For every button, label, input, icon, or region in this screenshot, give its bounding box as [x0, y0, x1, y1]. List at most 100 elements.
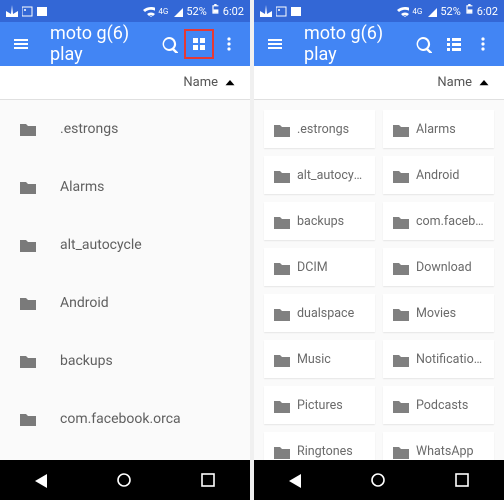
folder-icon	[272, 167, 290, 183]
folder-icon	[272, 351, 290, 367]
calendar-icon	[37, 6, 48, 17]
home-icon[interactable]	[115, 471, 133, 489]
folder-name: backups	[297, 214, 344, 229]
status-bar: 4G 52% 6:02	[0, 0, 250, 22]
back-icon[interactable]	[287, 472, 303, 488]
folder-name: com.facebook.orca	[416, 214, 486, 229]
more-menu-icon[interactable]	[214, 29, 244, 59]
folder-icon	[272, 213, 290, 229]
folder-icon	[18, 236, 38, 254]
list-item[interactable]: alt_autocycle	[0, 216, 250, 274]
clock-time: 6:02	[223, 5, 244, 18]
android-nav-bar	[254, 460, 504, 500]
home-icon[interactable]	[369, 471, 387, 489]
folder-icon	[272, 305, 290, 321]
folder-icon	[391, 121, 409, 137]
list-item[interactable]: .estrongs	[0, 100, 250, 158]
grid-item[interactable]: .estrongs	[264, 110, 375, 148]
app-bar: moto g(6) play	[0, 22, 250, 66]
grid-item[interactable]: WhatsApp	[383, 432, 494, 460]
folder-name: Alarms	[416, 122, 456, 137]
battery-icon	[210, 4, 220, 18]
sort-label: Name	[183, 75, 218, 90]
folder-name: alt_autocycle	[297, 168, 367, 183]
list-item[interactable]: DCIM	[0, 448, 250, 460]
view-toggle-list-icon[interactable]	[438, 29, 468, 59]
grid-item[interactable]: Movies	[383, 294, 494, 332]
wifi-icon	[396, 5, 409, 17]
grid-item[interactable]: alt_autocycle	[264, 156, 375, 194]
folder-icon	[391, 213, 409, 229]
cell-signal-icon	[171, 5, 183, 17]
page-title: moto g(6) play	[36, 23, 154, 65]
search-icon[interactable]	[408, 29, 438, 59]
folder-name: Movies	[416, 306, 456, 321]
folder-icon	[272, 259, 290, 275]
folder-name: Android	[416, 168, 459, 183]
folder-icon	[272, 397, 290, 413]
sort-header[interactable]: Name	[254, 66, 504, 100]
folder-name: DCIM	[297, 260, 328, 275]
signal-label: 4G	[412, 7, 422, 16]
grid-item[interactable]: dualspace	[264, 294, 375, 332]
folder-name: Alarms	[60, 179, 104, 195]
folder-icon	[18, 120, 38, 138]
wifi-icon	[142, 5, 155, 17]
folder-icon	[391, 397, 409, 413]
android-nav-bar	[0, 460, 250, 500]
folder-icon	[391, 351, 409, 367]
back-icon[interactable]	[33, 472, 49, 488]
more-menu-icon[interactable]	[468, 29, 498, 59]
list-item[interactable]: com.facebook.orca	[0, 390, 250, 448]
grid-item[interactable]: Music	[264, 340, 375, 378]
grid-item[interactable]: com.facebook.orca	[383, 202, 494, 240]
battery-icon	[464, 4, 474, 18]
list-item[interactable]: Alarms	[0, 158, 250, 216]
folder-name: Pictures	[297, 398, 343, 413]
grid-item[interactable]: Alarms	[383, 110, 494, 148]
battery-percent: 52%	[186, 5, 206, 18]
folder-name: .estrongs	[297, 122, 349, 137]
folder-icon	[391, 259, 409, 275]
folder-name: .estrongs	[60, 121, 118, 137]
folder-name: Music	[297, 352, 331, 367]
grid-item[interactable]: Android	[383, 156, 494, 194]
search-icon[interactable]	[154, 29, 184, 59]
hamburger-menu-icon[interactable]	[260, 29, 290, 59]
recent-apps-icon[interactable]	[199, 471, 217, 489]
grid-item[interactable]: Ringtones	[264, 432, 375, 460]
sort-header[interactable]: Name	[0, 66, 250, 100]
share-icon	[6, 5, 18, 17]
folder-icon	[391, 443, 409, 459]
cell-signal-icon	[425, 5, 437, 17]
list-item[interactable]: Android	[0, 274, 250, 332]
page-title: moto g(6) play	[290, 23, 408, 65]
folder-name: Podcasts	[416, 398, 468, 413]
grid-item[interactable]: Notifications	[383, 340, 494, 378]
folder-icon	[272, 443, 290, 459]
folder-name: WhatsApp	[416, 444, 474, 459]
grid-item[interactable]: Download	[383, 248, 494, 286]
signal-label: 4G	[158, 7, 168, 16]
list-item[interactable]: backups	[0, 332, 250, 390]
folder-icon	[391, 305, 409, 321]
hamburger-menu-icon[interactable]	[6, 29, 36, 59]
file-list: .estrongs Alarms alt_autocycleAndroid backu…	[0, 100, 250, 460]
file-grid: .estrongs Alarms alt_autocycle Android backu…	[254, 100, 504, 460]
gallery-icon	[22, 6, 33, 17]
gallery-icon	[276, 6, 287, 17]
grid-item[interactable]: backups	[264, 202, 375, 240]
recent-apps-icon[interactable]	[453, 471, 471, 489]
view-toggle-grid-icon[interactable]	[184, 29, 214, 59]
folder-name: backups	[60, 353, 113, 369]
grid-item[interactable]: Pictures	[264, 386, 375, 424]
grid-item[interactable]: DCIM	[264, 248, 375, 286]
folder-name: Ringtones	[297, 444, 353, 459]
sort-label: Name	[437, 75, 472, 90]
grid-item[interactable]: Podcasts	[383, 386, 494, 424]
status-bar: 4G 52% 6:02	[254, 0, 504, 22]
folder-name: com.facebook.orca	[60, 411, 181, 427]
battery-percent: 52%	[440, 5, 460, 18]
phone-left-list-view: 4G 52% 6:02 moto g(6) play Name .estrong…	[0, 0, 250, 500]
share-icon	[260, 5, 272, 17]
